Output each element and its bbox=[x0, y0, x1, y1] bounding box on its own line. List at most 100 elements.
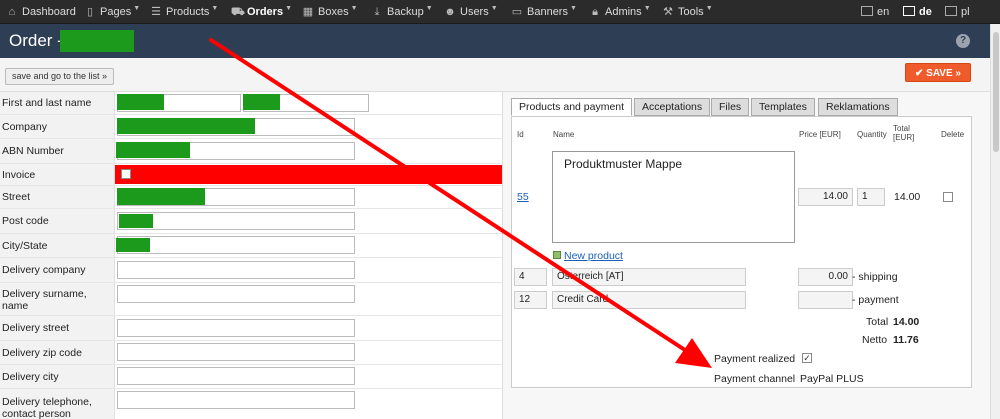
netto-label: Netto bbox=[862, 334, 888, 346]
product-quantity-input[interactable]: 1 bbox=[857, 188, 885, 206]
payment-id-input[interactable]: 12 bbox=[514, 291, 547, 309]
payment-label: - payment bbox=[852, 294, 899, 306]
lock-icon: 🔒︎ bbox=[592, 6, 598, 18]
field-label: Delivery city bbox=[2, 371, 59, 383]
user-icon: ☻ bbox=[444, 6, 456, 18]
nav-banners[interactable]: ▭ Banners ▼ bbox=[511, 0, 577, 24]
field-label: Delivery telephone, contact person bbox=[2, 396, 92, 419]
col-header-name: Name bbox=[553, 130, 575, 139]
lang-de[interactable]: de bbox=[903, 0, 932, 24]
netto-value: 11.76 bbox=[893, 334, 919, 346]
add-icon bbox=[553, 251, 561, 259]
payment-channel-label: Payment channel bbox=[714, 373, 796, 385]
invoice-highlight bbox=[115, 165, 502, 184]
tab-reklamations[interactable]: Reklamations bbox=[818, 98, 898, 116]
shipping-id-input[interactable]: 4 bbox=[514, 268, 547, 286]
page-title: Order - bbox=[9, 31, 63, 50]
invoice-checkbox[interactable] bbox=[121, 169, 131, 179]
nav-boxes[interactable]: ▦ Boxes ▼ bbox=[302, 0, 358, 24]
action-bar: save and go to the list » bbox=[0, 58, 990, 92]
redacted-order-number bbox=[60, 30, 134, 52]
caret-icon: ▼ bbox=[350, 5, 358, 12]
nav-backup[interactable]: ⤓ Backup ▼ bbox=[371, 0, 433, 24]
lang-en[interactable]: en bbox=[861, 0, 889, 24]
col-header-price: Price [EUR] bbox=[799, 130, 841, 139]
caret-icon: ▼ bbox=[285, 5, 293, 12]
caret-icon: ▼ bbox=[211, 5, 219, 12]
page-icon: ▯ bbox=[86, 6, 94, 18]
field-label: Company bbox=[2, 121, 47, 133]
nav-orders[interactable]: ⛟ Orders ▼ bbox=[231, 0, 292, 24]
redacted-value bbox=[117, 188, 205, 205]
caret-icon: ▼ bbox=[133, 5, 141, 12]
list-icon: ☰ bbox=[151, 6, 161, 18]
wrench-icon: ⚒ bbox=[663, 6, 673, 18]
payment-price-input[interactable] bbox=[798, 291, 853, 309]
tab-products-and-payment[interactable]: Products and payment bbox=[511, 98, 633, 116]
caret-icon: ▼ bbox=[425, 5, 433, 12]
field-label: Street bbox=[2, 191, 31, 203]
redacted-value bbox=[117, 94, 164, 110]
product-id-link[interactable]: 55 bbox=[517, 191, 529, 203]
download-icon: ⤓ bbox=[374, 6, 380, 18]
banner-icon: ▭ bbox=[511, 6, 523, 18]
save-and-list-button[interactable]: save and go to the list » bbox=[5, 68, 115, 85]
tab-templates[interactable]: Templates bbox=[751, 98, 815, 116]
redacted-value bbox=[243, 94, 280, 110]
nav-dashboard[interactable]: ⌂ Dashboard bbox=[6, 0, 76, 24]
product-name-textarea[interactable]: Produktmuster Mappe bbox=[552, 151, 795, 243]
city-state-input[interactable] bbox=[117, 236, 355, 254]
delivery-company-input[interactable] bbox=[117, 261, 355, 279]
delivery-name-input[interactable] bbox=[117, 285, 355, 303]
nav-tools[interactable]: ⚒ Tools ▼ bbox=[662, 0, 713, 24]
caret-icon: ▼ bbox=[643, 5, 651, 12]
tab-acceptations[interactable]: Acceptations bbox=[634, 98, 711, 116]
delivery-zip-input[interactable] bbox=[117, 343, 355, 361]
field-label: City/State bbox=[2, 240, 48, 252]
save-button[interactable]: ✔ SAVE » bbox=[905, 63, 971, 82]
field-label: First and last name bbox=[2, 97, 92, 109]
lang-pl[interactable]: pl bbox=[945, 0, 970, 24]
shipping-name-input[interactable]: Österreich [AT] bbox=[552, 268, 746, 286]
check-icon: ✔ bbox=[914, 68, 927, 79]
caret-icon: ▼ bbox=[569, 5, 577, 12]
nav-users[interactable]: ☻ Users ▼ bbox=[444, 0, 498, 24]
new-product-link[interactable]: New product bbox=[553, 250, 623, 262]
payment-name-input[interactable]: Credit Card bbox=[552, 291, 746, 309]
field-label: Delivery surname, name bbox=[2, 288, 87, 312]
scrollbar-thumb[interactable] bbox=[993, 32, 999, 152]
product-price-input[interactable]: 14.00 bbox=[798, 188, 853, 206]
redacted-value bbox=[119, 214, 153, 228]
field-label: Invoice bbox=[2, 169, 36, 181]
help-icon[interactable]: ? bbox=[956, 34, 970, 48]
nav-admins[interactable]: 🔒︎ Admins ▼ bbox=[589, 0, 651, 24]
shipping-label: - shipping bbox=[852, 271, 898, 283]
field-label: Post code bbox=[2, 215, 49, 227]
delivery-telephone-input[interactable] bbox=[117, 391, 355, 409]
payment-realized-label: Payment realized bbox=[714, 353, 796, 365]
payment-realized-checkbox[interactable]: ✓ bbox=[802, 353, 812, 363]
nav-products[interactable]: ☰ Products ▼ bbox=[150, 0, 218, 24]
tab-files[interactable]: Files bbox=[711, 98, 750, 116]
col-header-quantity: Quantity bbox=[857, 130, 887, 139]
delivery-street-input[interactable] bbox=[117, 319, 355, 337]
total-value: 14.00 bbox=[893, 316, 920, 328]
shipping-price-input[interactable]: 0.00 bbox=[798, 268, 853, 286]
nav-pages[interactable]: ▯ Pages ▼ bbox=[84, 0, 140, 24]
payment-channel-value: PayPal PLUS bbox=[800, 373, 864, 385]
total-label: Total bbox=[866, 316, 889, 328]
col-header-id: Id bbox=[517, 130, 524, 139]
product-total: 14.00 bbox=[894, 191, 921, 203]
col-header-total: Total [EUR] bbox=[893, 124, 915, 142]
top-navigation: ⌂ Dashboard ▯ Pages ▼ ☰ Products ▼ ⛟ Orders ▼ ▦… bbox=[0, 0, 1000, 24]
field-label: Delivery street bbox=[2, 322, 70, 334]
page-header: Order - ? bbox=[0, 24, 990, 58]
scrollbar[interactable] bbox=[990, 24, 1000, 419]
caret-icon: ▼ bbox=[490, 5, 498, 12]
redacted-value bbox=[116, 238, 150, 252]
cart-icon: ⛟ bbox=[231, 6, 245, 18]
redacted-value bbox=[116, 142, 190, 158]
delivery-city-input[interactable] bbox=[117, 367, 355, 385]
delete-checkbox[interactable] bbox=[943, 192, 953, 202]
field-label: Delivery company bbox=[2, 264, 86, 276]
